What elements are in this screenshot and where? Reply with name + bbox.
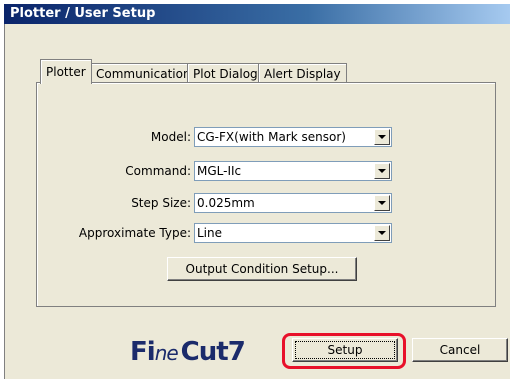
tab-alert-display[interactable]: Alert Display bbox=[258, 63, 347, 83]
logo-part-1: Fi bbox=[130, 337, 156, 367]
title-bar: Plotter / User Setup bbox=[4, 4, 510, 24]
command-value: MGL-IIc bbox=[197, 164, 242, 178]
finecut-logo: Fine Cut7 bbox=[130, 335, 246, 370]
output-condition-setup-button[interactable]: Output Condition Setup... bbox=[167, 257, 357, 281]
command-label: Command: bbox=[125, 164, 191, 178]
logo-part-3: Cut7 bbox=[180, 337, 246, 367]
chevron-down-icon[interactable] bbox=[374, 195, 390, 211]
tab-plotter[interactable]: Plotter bbox=[40, 59, 92, 84]
tab-communication[interactable]: Communication bbox=[90, 63, 197, 83]
step-size-select[interactable]: 0.025mm bbox=[194, 193, 392, 213]
setup-highlight-frame bbox=[282, 333, 406, 369]
model-select[interactable]: CG-FX(with Mark sensor) bbox=[194, 127, 392, 147]
chevron-down-icon[interactable] bbox=[374, 129, 390, 145]
tab-plot-dialog[interactable]: Plot Dialog bbox=[187, 63, 264, 83]
approximate-type-value: Line bbox=[197, 226, 223, 240]
step-size-label: Step Size: bbox=[131, 196, 191, 210]
step-size-value: 0.025mm bbox=[197, 196, 255, 210]
command-select[interactable]: MGL-IIc bbox=[194, 161, 392, 181]
chevron-down-icon[interactable] bbox=[374, 163, 390, 179]
window-title: Plotter / User Setup bbox=[10, 6, 156, 21]
approximate-type-label: Approximate Type: bbox=[78, 226, 191, 240]
chevron-down-icon[interactable] bbox=[374, 225, 390, 241]
cancel-button[interactable]: Cancel bbox=[412, 338, 508, 362]
model-label: Model: bbox=[150, 130, 191, 144]
model-value: CG-FX(with Mark sensor) bbox=[197, 130, 346, 144]
approximate-type-select[interactable]: Line bbox=[194, 223, 392, 243]
tab-panel-plotter: Model: CG-FX(with Mark sensor) Command: … bbox=[36, 82, 496, 307]
logo-part-2: ne bbox=[154, 341, 179, 365]
